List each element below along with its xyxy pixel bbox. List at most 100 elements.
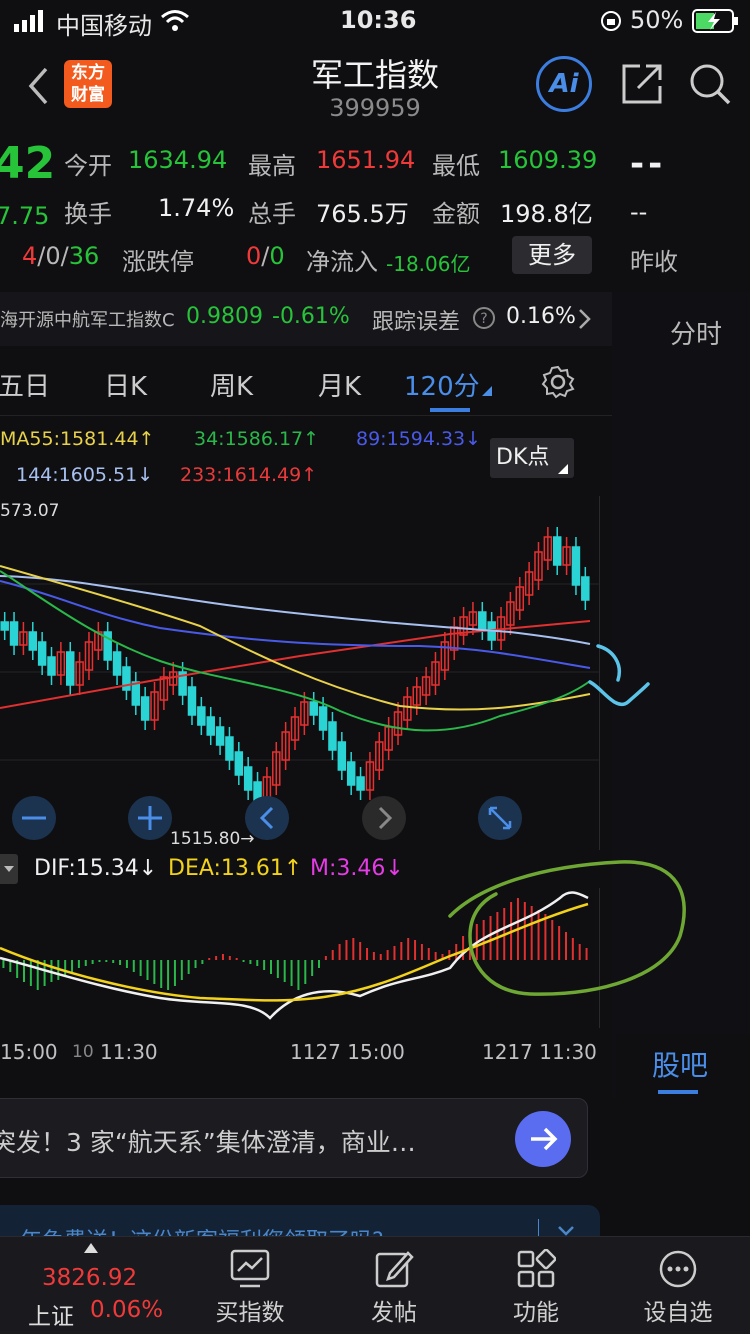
candle-body (9, 621, 19, 646)
index-ticker[interactable]: 3826.92 上证 0.06% (24, 1237, 164, 1334)
tab-monthly-k[interactable]: 月K (318, 366, 361, 403)
time-label-5: 1217 11:30 (482, 1040, 597, 1064)
index-change: 0.06% (90, 1297, 164, 1323)
top-price-label: 573.07 (0, 501, 59, 521)
candle-body (206, 716, 215, 736)
candle-body (346, 761, 356, 786)
dk-point-label: DK点 (496, 445, 550, 470)
candle-body (131, 681, 141, 706)
nav-post[interactable]: 发帖 (334, 1237, 454, 1334)
candle-body (552, 536, 562, 566)
pan-left-button[interactable] (245, 796, 289, 840)
time-label-3: 11:30 (100, 1040, 158, 1064)
more-button[interactable]: 更多 (512, 236, 592, 274)
limit-label: 涨跌停 (122, 248, 194, 276)
tab-120min[interactable]: 120分 (404, 366, 480, 403)
handdrawn-green-circle (448, 860, 686, 996)
grid-icon (517, 1249, 556, 1288)
candle-body (356, 776, 365, 791)
amount-label: 金额 (432, 200, 480, 228)
right-dash-1: -- (630, 144, 667, 184)
nav-functions[interactable]: 功能 (476, 1237, 596, 1334)
limit-up-count: 0 (246, 242, 262, 270)
candle-body (478, 611, 487, 631)
chart-icon (230, 1249, 270, 1288)
ai-button[interactable]: Ai (536, 56, 592, 112)
help-icon[interactable]: ? (472, 306, 496, 330)
caret-icon (4, 866, 14, 872)
tab-timeshare[interactable]: 分时 (670, 314, 722, 351)
tab-daily-k[interactable]: 日K (104, 366, 147, 403)
high-value: 1651.94 (316, 146, 416, 174)
decline-count: 36 (68, 242, 100, 270)
dk-point-button[interactable]: DK点 (490, 438, 574, 478)
ma-legend: MA55:1581.44↑ 34:1586.17↑ 89:1594.33↓ 14… (0, 418, 612, 498)
fund-change: -0.61% (272, 304, 350, 329)
nav-functions-label: 功能 (513, 1300, 559, 1326)
news-go-button[interactable] (515, 1111, 571, 1167)
turnover-label: 换手 (64, 200, 112, 228)
news-ticker[interactable]: 突发！3 家“航天系”集体澄清，商业… (0, 1098, 588, 1178)
candlestick-chart[interactable]: 573.07 1515.80→ (0, 496, 600, 850)
dif-label: DIF:15.34↓ (34, 856, 158, 881)
candle-body (0, 621, 9, 631)
ma233-label: 233:1614.49↑ (180, 464, 318, 486)
low-price-label: 1515.80→ (170, 829, 255, 849)
edit-icon (375, 1251, 414, 1288)
share-icon[interactable] (620, 62, 664, 106)
amount-value: 198.8亿 (500, 200, 593, 228)
signal-icon (14, 10, 43, 32)
handdrawn-cyan-arrow (588, 644, 650, 707)
macd-selector[interactable] (0, 854, 18, 884)
candle-body (215, 726, 225, 746)
nav-add-watchlist[interactable]: 设自选 (618, 1237, 738, 1334)
search-icon[interactable] (688, 62, 732, 106)
nav-post-label: 发帖 (371, 1300, 417, 1326)
tab-five-day[interactable]: 五日 (0, 366, 50, 403)
index-value: 3826.92 (42, 1265, 138, 1291)
pan-right-button[interactable] (362, 796, 406, 840)
dropdown-corner-icon (558, 464, 568, 474)
wifi-icon (161, 10, 189, 31)
separator: / (60, 242, 69, 270)
arrow-right-icon (531, 1127, 558, 1151)
advance-decline: 4/0/36 (22, 242, 99, 270)
candle-body (318, 706, 328, 731)
candle-body (337, 741, 347, 771)
candle-body (243, 766, 253, 791)
volume-value: 765.5万 (316, 200, 409, 228)
candle-body (112, 651, 122, 676)
active-tab-underline (430, 408, 470, 412)
candles-group (0, 527, 590, 810)
tracking-fund-bar[interactable]: 海开源中航军工指数C 0.9809 -0.61% 跟踪误差 ? 0.16% (0, 292, 612, 346)
more-icon (659, 1250, 697, 1288)
current-price: 42 (0, 138, 56, 189)
tracking-error-label: 跟踪误差 (372, 310, 461, 335)
candle-body (65, 651, 75, 686)
caret-up-icon (84, 1243, 98, 1253)
tab-underline (658, 1090, 698, 1094)
candle-body (309, 701, 318, 716)
orientation-lock-icon (601, 11, 621, 31)
candle-body (581, 576, 590, 601)
nav-buy-index[interactable]: 买指数 (190, 1237, 310, 1334)
guba-tab-container: 股吧 (616, 1034, 750, 1098)
tab-weekly-k[interactable]: 周K (210, 366, 253, 403)
bottom-nav: 3826.92 上证 0.06% 买指数 发帖 功能 设自选 (0, 1236, 750, 1334)
right-dash-2: -- (630, 198, 648, 226)
battery-percent: 50% (630, 6, 684, 34)
gear-icon[interactable] (540, 364, 576, 400)
ma89-label: 89:1594.33↓ (356, 428, 482, 450)
high-label: 最高 (248, 152, 296, 180)
candle-body (37, 641, 47, 666)
fund-name: 海开源中航军工指数C (0, 310, 175, 331)
tab-guba[interactable]: 股吧 (652, 1044, 708, 1084)
flat-count: 0 (45, 242, 61, 270)
status-bar: 中国移动 10:36 50% (0, 0, 750, 40)
news-headline: 突发！3 家“航天系”集体澄清，商业… (0, 1128, 416, 1157)
tracking-error-value: 0.16% (506, 304, 576, 329)
time-label-1: 15:00 (0, 1040, 58, 1064)
ma144-label: 144:1605.51↓ (16, 464, 154, 486)
index-name: 上证 (28, 1304, 74, 1330)
today-open-label: 今开 (64, 152, 112, 180)
